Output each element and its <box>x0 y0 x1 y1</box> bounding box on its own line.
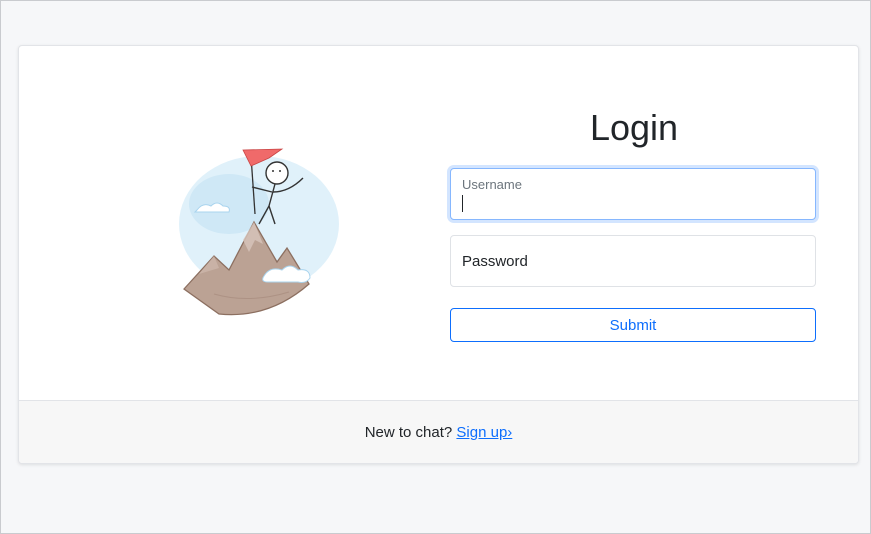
password-label: Password <box>462 253 528 270</box>
login-card-body: Login Username Password Submit <box>19 46 858 400</box>
login-card: Login Username Password Submit New to ch… <box>18 45 859 464</box>
text-caret <box>462 195 463 212</box>
signup-link[interactable]: Sign up› <box>456 424 512 441</box>
mountain-climber-illustration <box>179 148 339 316</box>
signup-prompt: New to chat? <box>364 424 453 441</box>
username-label: Username <box>462 177 522 192</box>
page-title: Login <box>589 107 679 148</box>
submit-button[interactable]: Submit <box>450 308 816 342</box>
username-field[interactable]: Username <box>450 168 816 220</box>
card-footer: New to chat? Sign up› <box>19 400 858 463</box>
password-field[interactable]: Password <box>450 235 816 287</box>
